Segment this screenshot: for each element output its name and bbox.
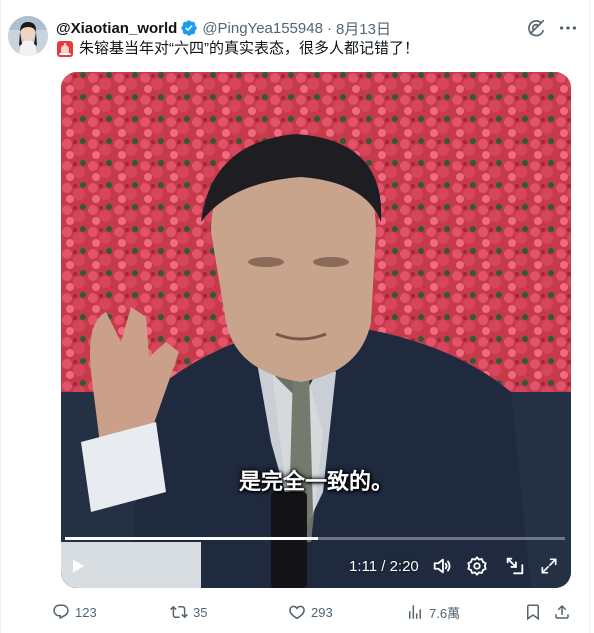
settings-icon[interactable] [465,554,489,578]
share-button[interactable] [553,598,576,626]
author-display-name[interactable]: @Xiaotian_world [56,20,177,37]
video-caption: 是完全一致的。 [238,469,393,494]
tweet-text-content: 朱镕基当年对“六四”的真实表态，很多人都记错了！ [79,40,419,57]
reply-count: 123 [75,604,97,620]
siren-icon [56,40,74,58]
view-count: 7.6萬 [429,605,461,621]
like-count: 293 [311,604,333,620]
timeline-left-border [0,0,1,633]
play-icon[interactable] [66,554,90,578]
video-frame [61,72,571,588]
video-progress-fill [65,537,318,540]
video-controls: 1:11 / 2:20 [61,550,571,582]
video-time: 1:11 / 2:20 [349,558,419,575]
repost-button[interactable]: 35 [170,598,207,626]
heart-icon [289,605,305,620]
tweet-date[interactable]: 8月13日 [336,18,391,39]
tweet-header: @Xiaotian_world @PingYea155948 · 8月13日 [56,17,574,39]
video-progress-bar[interactable] [65,537,565,540]
avatar-image [8,16,48,56]
fullscreen-icon[interactable] [537,554,561,578]
tweet-text: 朱镕基当年对“六四”的真实表态，很多人都记错了！ [56,39,419,59]
tweet-action-bar: 123 35 293 7.6萬 [50,598,580,626]
repost-count: 35 [193,604,208,620]
views-button[interactable]: 7.6萬 [406,598,460,626]
timeline-right-border [589,0,590,633]
more-options-icon[interactable] [557,17,579,39]
grok-icon[interactable] [525,17,547,39]
pop-out-icon[interactable] [503,554,527,578]
share-icon [555,604,569,619]
avatar[interactable] [8,16,48,56]
bookmark-button[interactable] [524,598,547,626]
reply-icon [53,604,69,620]
author-handle[interactable]: @PingYea155948 [202,20,323,37]
repost-icon [170,605,188,619]
video-player[interactable]: 是完全一致的。 1:11 / 2:20 [61,72,571,588]
verified-badge-icon[interactable] [180,19,198,37]
views-chart-icon [409,605,421,619]
like-button[interactable]: 293 [288,598,333,626]
bookmark-icon [527,604,539,621]
reply-button[interactable]: 123 [52,598,97,626]
volume-icon[interactable] [430,554,454,578]
header-separator: · [326,19,332,37]
